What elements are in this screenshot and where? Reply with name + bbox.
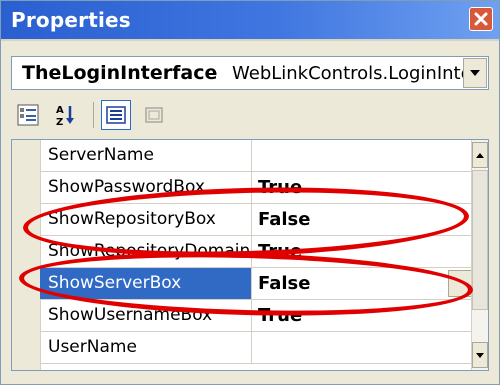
scroll-thumb[interactable] (472, 170, 488, 310)
property-row[interactable]: ServerName (40, 140, 474, 172)
property-value[interactable]: True (256, 300, 474, 331)
property-value[interactable]: False (256, 204, 474, 235)
property-name: ShowPasswordBox (40, 172, 252, 203)
property-value[interactable]: False (256, 268, 474, 299)
categorized-icon (17, 104, 39, 126)
object-type: WebLinkControls.LoginInter (232, 63, 472, 84)
properties-toolbar: A Z (11, 97, 489, 135)
property-row[interactable]: UserName (40, 332, 474, 364)
property-row[interactable]: ShowPasswordBox True (40, 172, 474, 204)
property-grid: ServerName ShowPasswordBox True ShowRepo… (11, 139, 489, 371)
close-button[interactable] (469, 7, 493, 31)
scroll-down-button[interactable] (472, 342, 488, 368)
chevron-up-icon (476, 152, 484, 158)
object-selector[interactable]: TheLoginInterface WebLinkControls.LoginI… (11, 56, 489, 90)
vertical-scrollbar[interactable] (471, 140, 488, 370)
alphabetical-icon: A Z (56, 105, 74, 127)
property-row[interactable]: ShowRepositoryDomain True (40, 236, 474, 268)
property-value[interactable]: True (256, 172, 474, 203)
property-pages-button[interactable] (139, 100, 169, 130)
object-name: TheLoginInterface (22, 62, 218, 84)
properties-window: Properties TheLoginInterface WebLinkCont… (0, 0, 500, 385)
property-name: ShowServerBox (40, 268, 252, 299)
grid-margin (12, 140, 41, 370)
property-name: ShowRepositoryBox (40, 204, 252, 235)
object-selector-dropdown-button[interactable] (463, 58, 487, 88)
property-value[interactable] (256, 140, 474, 171)
property-value[interactable] (256, 332, 474, 363)
property-name: ShowRepositoryDomain (40, 236, 252, 267)
property-name: UserName (40, 332, 252, 363)
property-pages-icon (145, 107, 163, 123)
alphabetical-button[interactable]: A Z (51, 100, 81, 130)
value-dropdown-button[interactable] (448, 270, 472, 297)
property-row[interactable]: ShowRepositoryBox False (40, 204, 474, 236)
categorized-button[interactable] (13, 100, 43, 130)
property-name: ShowUsernameBox (40, 300, 252, 331)
svg-text:Z: Z (56, 117, 63, 127)
properties-button[interactable] (101, 100, 131, 130)
properties-icon (106, 106, 126, 124)
property-value[interactable]: True (256, 236, 474, 267)
close-icon (474, 12, 488, 26)
property-row[interactable]: ShowUsernameBox True (40, 300, 474, 332)
chevron-down-icon (470, 70, 480, 76)
title-bar[interactable]: Properties (1, 1, 499, 41)
chevron-down-icon (476, 352, 484, 358)
property-name: ServerName (40, 140, 252, 171)
property-row-selected[interactable]: ShowServerBox False (40, 268, 474, 300)
toolbar-separator (93, 102, 94, 128)
scroll-up-button[interactable] (472, 142, 488, 168)
svg-text:A: A (56, 105, 64, 116)
window-title: Properties (11, 8, 131, 32)
